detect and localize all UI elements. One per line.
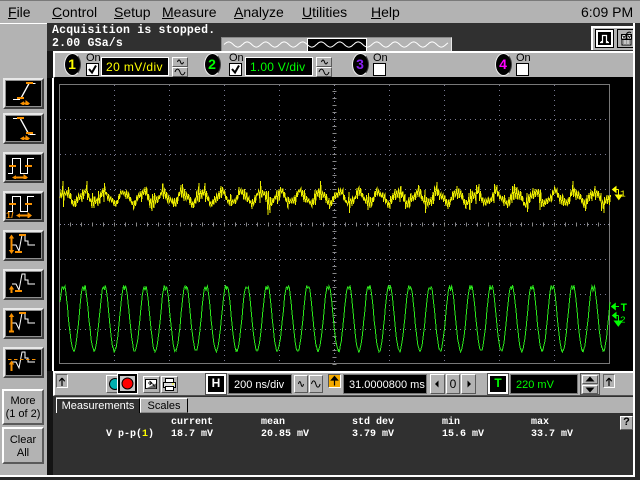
svg-text:1/: 1/ bbox=[6, 211, 14, 219]
svg-text:1: 1 bbox=[620, 189, 626, 200]
svg-text:T: T bbox=[621, 303, 628, 315]
svg-text:2: 2 bbox=[620, 315, 626, 326]
